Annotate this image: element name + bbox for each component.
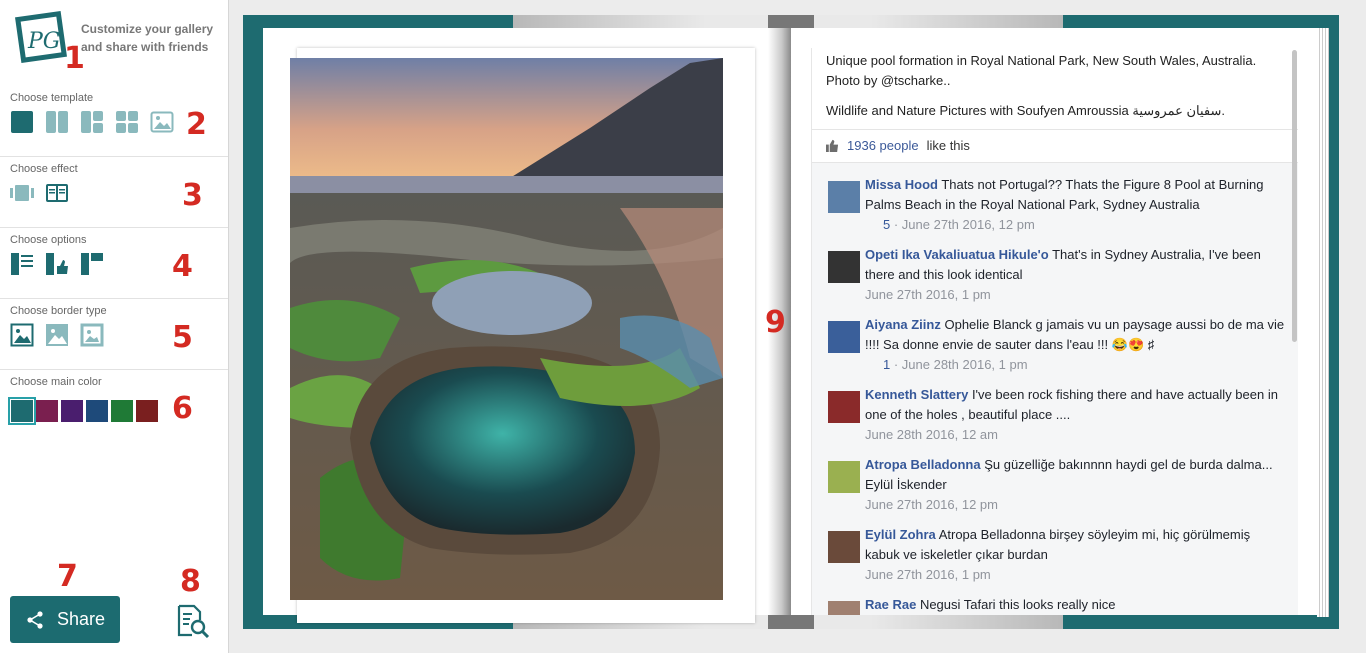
callout-number-1: 1 (64, 41, 85, 76)
section-title-effect: Choose effect (10, 163, 78, 175)
option-comments-icon[interactable] (80, 252, 104, 276)
avatar[interactable] (828, 601, 860, 615)
color-swatch[interactable] (8, 397, 36, 425)
avatar[interactable] (828, 321, 860, 353)
border-thick-icon[interactable] (80, 323, 104, 347)
comment-item: Aiyana Ziinz Ophelie Blanck g jamais vu … (812, 315, 1298, 385)
thumbs-up-icon (826, 139, 839, 152)
comment-author[interactable]: Kenneth Slattery (865, 387, 968, 402)
comment-meta: June 28th 2016, 12 am (865, 425, 1286, 445)
book-gallery: Unique pool formation in Royal National … (243, 15, 1339, 629)
avatar[interactable] (828, 531, 860, 563)
comment-author[interactable]: Eylül Zohra (865, 527, 936, 542)
comment-date: June 27th 2016, 1 pm (865, 567, 991, 582)
share-button[interactable]: Share (10, 596, 120, 643)
callout-number-4: 4 (172, 249, 193, 284)
comment-date: · June 27th 2016, 12 pm (893, 217, 1035, 232)
tagline: Customize your gallery and share with fr… (81, 22, 214, 54)
comment-date: June 27th 2016, 12 pm (865, 497, 998, 512)
comments-list: Missa Hood Thats not Portugal?? Thats th… (812, 163, 1298, 615)
right-page: Unique pool formation in Royal National … (791, 28, 1321, 615)
callout-number-3: 3 (182, 178, 203, 213)
template-grid-icon[interactable] (115, 110, 139, 134)
option-likes-icon[interactable] (45, 252, 69, 276)
border-section: Choose border type 5 (0, 299, 228, 370)
comment-meta: June 27th 2016, 1 pm (865, 565, 1286, 585)
color-swatch[interactable] (86, 400, 108, 422)
comment-text: Negusi Tafari this looks really nice (919, 597, 1116, 612)
section-title-color: Choose main color (10, 376, 102, 388)
comment-item: Opeti Ika Vakaliuatua Hikule'o That's in… (812, 245, 1298, 315)
effect-slide-icon[interactable] (10, 181, 34, 205)
comment-author[interactable]: Atropa Belladonna (865, 457, 981, 472)
description-line-2: Wildlife and Nature Pictures with Soufye… (826, 103, 1226, 118)
svg-text:PG: PG (27, 29, 60, 54)
page-stack (1317, 28, 1329, 617)
likes-count[interactable]: 1936 people (847, 138, 919, 153)
comment-item: Missa Hood Thats not Portugal?? Thats th… (812, 175, 1298, 245)
avatar[interactable] (828, 391, 860, 423)
comment-meta: June 27th 2016, 12 pm (865, 495, 1286, 515)
comment-date: · June 28th 2016, 1 pm (893, 357, 1028, 372)
comment-date: June 28th 2016, 12 am (865, 427, 998, 442)
template-image-icon[interactable] (150, 110, 174, 134)
callout-number-7: 7 (57, 559, 78, 594)
avatar[interactable] (828, 251, 860, 283)
callout-number-9: 9 (765, 305, 786, 340)
comment-author[interactable]: Missa Hood (865, 177, 938, 192)
comment-author[interactable]: Rae Rae (865, 597, 916, 612)
facebook-post-panel: Unique pool formation in Royal National … (811, 48, 1298, 615)
comment-date: June 27th 2016, 1 pm (865, 287, 991, 302)
template-section: Choose template 2 (0, 86, 228, 157)
comment-meta: 5 · June 27th 2016, 12 pm (865, 215, 1286, 235)
post-description: Unique pool formation in Royal National … (812, 48, 1298, 130)
likes-bar: 1936 people like this (812, 130, 1298, 163)
avatar[interactable] (828, 181, 860, 213)
likes-suffix: like this (926, 138, 970, 153)
border-none-icon[interactable] (45, 323, 69, 347)
comment-likes[interactable]: 5 (883, 217, 890, 232)
template-mixed-icon[interactable] (80, 110, 104, 134)
share-label: Share (56, 609, 106, 629)
preview-search-icon[interactable] (176, 604, 210, 638)
sidebar: PG Customize your gallery and share with… (0, 0, 229, 653)
comment-author[interactable]: Aiyana Ziinz (865, 317, 941, 332)
avatar[interactable] (828, 461, 860, 493)
color-swatch[interactable] (61, 400, 83, 422)
section-title-border: Choose border type (10, 305, 107, 317)
comment-likes[interactable]: 1 (883, 357, 890, 372)
section-title-options: Choose options (10, 234, 87, 246)
border-thin-icon[interactable] (10, 323, 34, 347)
effect-book-icon[interactable] (45, 181, 69, 205)
color-swatch[interactable] (36, 400, 58, 422)
comments-scrollbar[interactable] (1292, 50, 1297, 342)
comment-item: Eylül Zohra Atropa Belladonna birşey söy… (812, 525, 1298, 595)
template-two-column-icon[interactable] (45, 110, 69, 134)
callout-number-5: 5 (172, 320, 193, 355)
share-icon (27, 610, 43, 629)
options-section: Choose options 4 (0, 228, 228, 299)
option-description-icon[interactable] (10, 252, 34, 276)
comment-item: Rae Rae Negusi Tafari this looks really … (812, 595, 1298, 615)
pg-logo: PG (15, 11, 67, 63)
template-single-icon[interactable] (10, 110, 34, 134)
comment-meta: 1 · June 28th 2016, 1 pm (865, 355, 1286, 375)
section-title-template: Choose template (10, 92, 94, 104)
comment-item: Kenneth Slattery I've been rock fishing … (812, 385, 1298, 455)
comment-item: Atropa Belladonna Şu güzelliğe bakınnnn … (812, 455, 1298, 525)
comment-meta: June 27th 2016, 1 pm (865, 285, 1286, 305)
effect-section: Choose effect 3 (0, 157, 228, 228)
callout-number-2: 2 (186, 107, 207, 142)
color-swatch[interactable] (136, 400, 158, 422)
callout-number-6: 6 (172, 391, 193, 426)
color-swatch[interactable] (111, 400, 133, 422)
comment-author[interactable]: Opeti Ika Vakaliuatua Hikule'o (865, 247, 1049, 262)
gallery-photo[interactable] (290, 58, 723, 600)
color-section: Choose main color 6 (0, 370, 228, 441)
callout-number-8: 8 (180, 564, 201, 599)
description-line-1: Unique pool formation in Royal National … (826, 53, 1257, 88)
